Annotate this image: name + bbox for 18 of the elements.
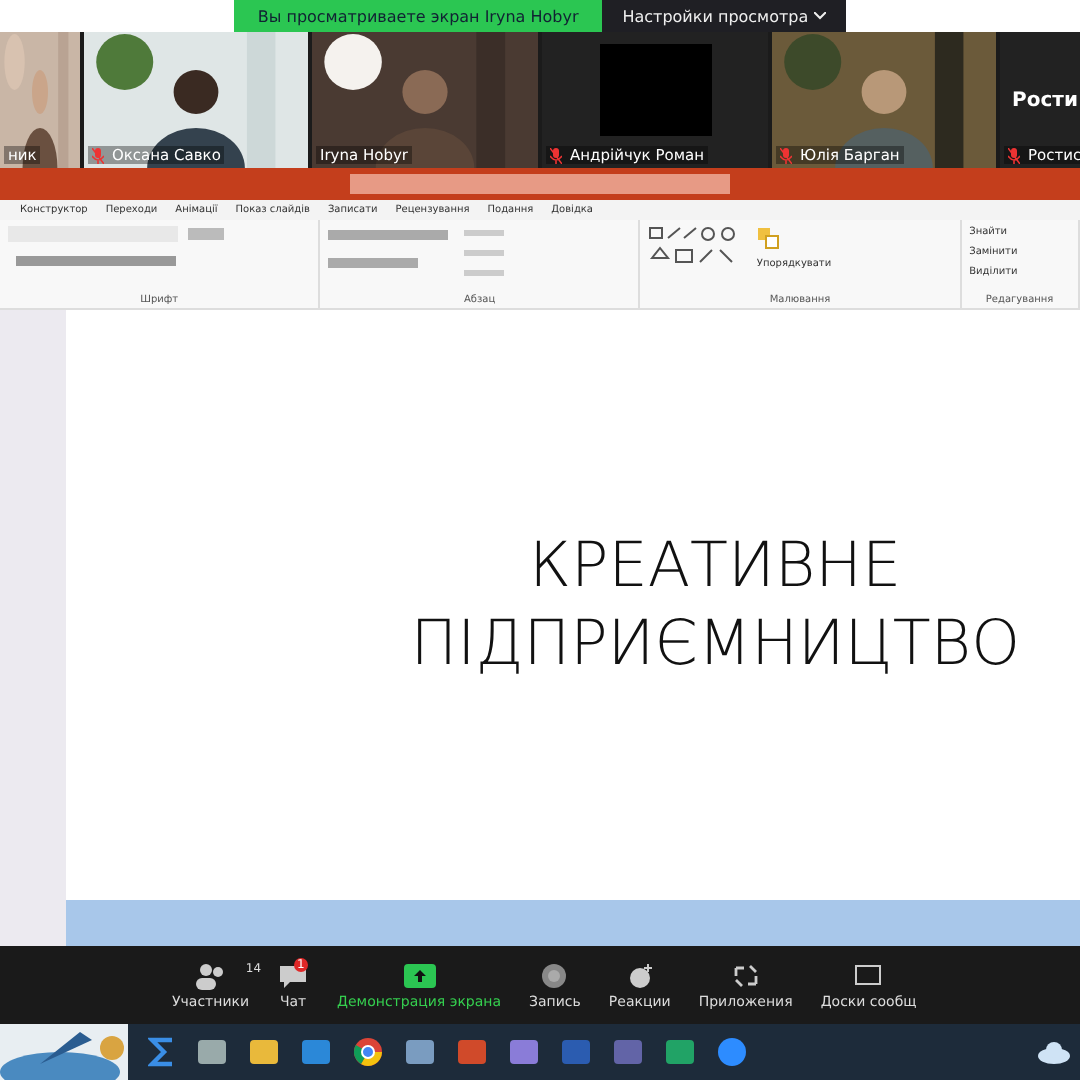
slide-title: КРЕАТИВНЕ ПІДПРИЄМНИЦТВО (410, 527, 1020, 683)
app-icon[interactable] (508, 1036, 540, 1068)
chevron-down-icon (814, 12, 827, 20)
share-screen-icon (403, 961, 436, 989)
people-icon (194, 961, 227, 989)
arrange-icon[interactable] (756, 226, 781, 250)
board-icon (852, 961, 885, 989)
chrome-icon[interactable] (352, 1036, 384, 1068)
cloud-icon (1036, 1040, 1072, 1064)
share-banner: Вы просматриваете экран Iryna Hobyr (233, 0, 603, 32)
video-off-screen (599, 44, 711, 136)
view-options-button[interactable]: Настройки просмотра (602, 0, 847, 32)
apps-icon (729, 961, 762, 989)
sigma-icon[interactable] (148, 1036, 176, 1068)
search-field[interactable] (350, 174, 730, 194)
record-icon (538, 961, 571, 989)
participant-display-name: Рости (1012, 89, 1078, 111)
app-icon[interactable] (196, 1036, 228, 1068)
